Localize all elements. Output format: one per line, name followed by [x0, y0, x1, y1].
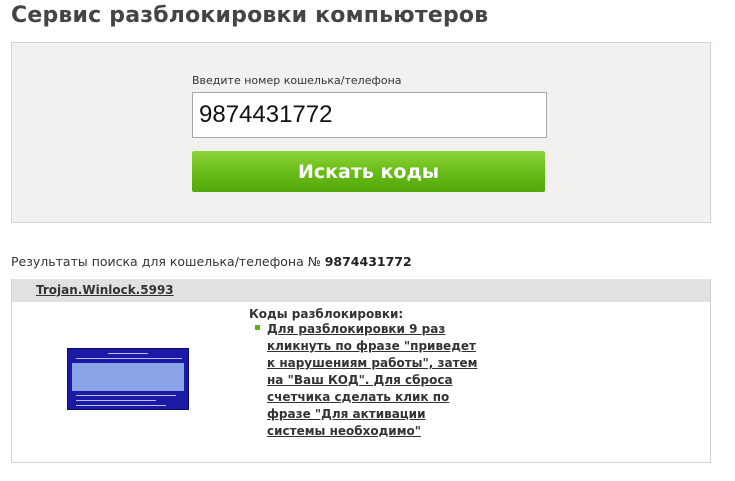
thumb-text-line	[76, 405, 166, 406]
unlock-code-link[interactable]: Для разблокировки 9 раз кликнуть по фраз…	[267, 321, 482, 440]
thumb-title-line	[108, 353, 148, 354]
wallet-phone-label: Введите номер кошелька/телефона	[192, 74, 402, 87]
thumb-text-line	[76, 400, 156, 401]
thumb-text-line	[76, 395, 176, 396]
thumb-text-line	[76, 358, 182, 359]
results-number: 9874431772	[324, 254, 412, 269]
unlock-codes-title: Коды разблокировки:	[249, 307, 404, 321]
results-prefix: Результаты поиска для кошелька/телефона …	[11, 254, 321, 269]
search-codes-button[interactable]: Искать коды	[192, 151, 545, 192]
result-item: Trojan.Winlock.5993 Коды разблокировки: …	[11, 279, 711, 463]
wallet-phone-input[interactable]	[192, 92, 547, 138]
result-header-bar: Trojan.Winlock.5993	[12, 279, 710, 302]
results-header: Результаты поиска для кошелька/телефона …	[11, 254, 412, 269]
bullet-icon	[255, 325, 260, 330]
thumb-text-panel	[72, 363, 184, 391]
page-title: Сервис разблокировки компьютеров	[11, 3, 489, 28]
search-panel: Введите номер кошелька/телефона Искать к…	[11, 42, 711, 223]
virus-name-link[interactable]: Trojan.Winlock.5993	[36, 283, 174, 297]
winlock-screenshot-thumbnail[interactable]	[67, 348, 189, 410]
